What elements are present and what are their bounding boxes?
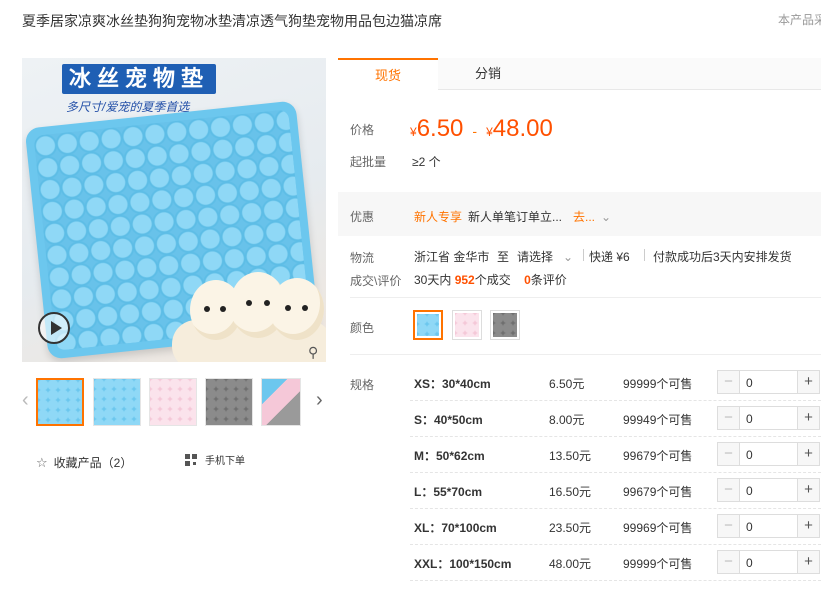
- sku-stock: 99679个可售: [623, 449, 693, 463]
- price-label: 价格: [350, 123, 375, 137]
- sku-stock: 99999个可售: [623, 377, 693, 391]
- star-icon: ☆: [36, 455, 48, 470]
- quantity-input[interactable]: 0: [746, 376, 753, 390]
- sku-label: 规格: [350, 378, 375, 392]
- sku-row: XS：30*40cm 6.50元 99999个可售 − 0 +: [410, 365, 821, 401]
- deals-label: 成交\评价: [350, 274, 402, 288]
- sku-stock: 99999个可售: [623, 557, 693, 571]
- price-high: 48.00: [492, 115, 553, 142]
- sku-row: M：50*62cm 13.50元 99679个可售 − 0 +: [410, 437, 821, 473]
- minus-button[interactable]: −: [718, 407, 740, 429]
- favorite-label: 收藏产品（2）: [53, 456, 133, 470]
- color-swatch-blue[interactable]: [413, 310, 443, 340]
- minus-button[interactable]: −: [718, 515, 740, 537]
- color-label: 颜色: [350, 321, 375, 335]
- thumbnail[interactable]: [205, 378, 253, 426]
- sku-name: XL：70*100cm: [414, 521, 497, 535]
- quantity-stepper: − 0 +: [717, 442, 820, 466]
- price-range: ¥6.50- ¥48.00: [410, 115, 553, 142]
- ship-origin: 浙江省 金华市: [414, 250, 490, 264]
- sku-name: M：50*62cm: [414, 449, 485, 463]
- image-banner: 冰丝宠物垫: [62, 64, 216, 94]
- sku-price: 16.50元: [549, 485, 592, 499]
- ship-dispatch: 付款成功后3天内安排发货: [653, 250, 792, 264]
- sku-price: 8.00元: [549, 413, 585, 427]
- plus-button[interactable]: +: [797, 443, 819, 465]
- thumbnail[interactable]: [261, 378, 301, 426]
- plus-button[interactable]: +: [797, 407, 819, 429]
- chevron-down-icon: ⌄: [563, 250, 574, 264]
- reviews-count[interactable]: 0: [524, 273, 531, 287]
- sku-name: S：40*50cm: [414, 413, 483, 427]
- promo-label: 优惠: [350, 210, 375, 224]
- thumbnail-strip: ‹ ›: [22, 376, 328, 428]
- quantity-input[interactable]: 0: [746, 412, 753, 426]
- sku-price: 23.50元: [549, 521, 592, 535]
- offer-tabs: 现货 分销: [338, 58, 821, 91]
- deals-count: 952: [454, 273, 475, 287]
- promo-more-link[interactable]: 去... ⌄: [573, 208, 611, 225]
- chevron-down-icon: ⌄: [601, 210, 612, 224]
- thumbnail[interactable]: [149, 378, 197, 426]
- plus-button[interactable]: +: [797, 479, 819, 501]
- sku-row: XL：70*100cm 23.50元 99969个可售 − 0 +: [410, 509, 821, 545]
- play-video-button[interactable]: [38, 312, 70, 344]
- quantity-stepper: − 0 +: [717, 550, 820, 574]
- tab-spot[interactable]: 现货: [338, 58, 438, 91]
- sku-price: 48.00元: [549, 557, 592, 571]
- shipping-label: 物流: [350, 251, 375, 265]
- sku-stock: 99949个可售: [623, 413, 693, 427]
- moq-value: ≥2 个: [412, 155, 441, 169]
- ship-destination-select[interactable]: 请选择 ⌄: [517, 248, 573, 265]
- quantity-input[interactable]: 0: [746, 448, 753, 462]
- promo-text: 新人单笔订单立...: [468, 210, 563, 224]
- color-swatch-grey[interactable]: [490, 310, 520, 340]
- sku-name: XXL：100*150cm: [414, 557, 512, 571]
- sku-stock: 99969个可售: [623, 521, 693, 535]
- color-swatch-pink[interactable]: [452, 310, 482, 340]
- chevron-right-icon[interactable]: ›: [316, 390, 323, 410]
- zoom-icon[interactable]: ⚲: [308, 344, 324, 360]
- minus-button[interactable]: −: [718, 371, 740, 393]
- sku-row: S：40*50cm 8.00元 99949个可售 − 0 +: [410, 401, 821, 437]
- mobile-order-label: 手机下单: [205, 456, 245, 467]
- plus-button[interactable]: +: [797, 551, 819, 573]
- favorite-button[interactable]: ☆ 收藏产品（2）: [36, 454, 132, 471]
- mobile-order-button[interactable]: 手机下单: [185, 452, 245, 467]
- plus-button[interactable]: +: [797, 371, 819, 393]
- thumbnail[interactable]: [36, 378, 84, 426]
- moq-label: 起批量: [350, 155, 387, 169]
- report-link[interactable]: 本产品采: [778, 11, 821, 28]
- minus-button[interactable]: −: [718, 443, 740, 465]
- quantity-stepper: − 0 +: [717, 478, 820, 502]
- tab-distribution[interactable]: 分销: [438, 58, 538, 90]
- quantity-input[interactable]: 0: [746, 484, 753, 498]
- product-title: 夏季居家凉爽冰丝垫狗狗宠物冰垫清凉透气狗垫宠物用品包边猫凉席: [22, 13, 442, 29]
- quantity-stepper: − 0 +: [717, 370, 820, 394]
- qr-code-icon: [185, 454, 197, 466]
- minus-button[interactable]: −: [718, 551, 740, 573]
- ship-express: 快递 ¥6: [589, 250, 630, 264]
- sku-name: XS：30*40cm: [414, 377, 491, 391]
- sku-stock: 99679个可售: [623, 485, 693, 499]
- sku-row: L：55*70cm 16.50元 99679个可售 − 0 +: [410, 473, 821, 509]
- sku-row: XXL：100*150cm 48.00元 99999个可售 − 0 +: [410, 545, 821, 581]
- sku-price: 6.50元: [549, 377, 585, 391]
- quantity-stepper: − 0 +: [717, 406, 820, 430]
- chevron-left-icon[interactable]: ‹: [22, 390, 29, 410]
- main-product-image[interactable]: 冰丝宠物垫 多尺寸/爱宠的夏季首选 ⚲: [22, 58, 326, 362]
- sku-price: 13.50元: [549, 449, 592, 463]
- ship-to: 至: [497, 250, 510, 264]
- plus-button[interactable]: +: [797, 515, 819, 537]
- puppy-illustration: [270, 278, 324, 340]
- quantity-input[interactable]: 0: [746, 520, 753, 534]
- minus-button[interactable]: −: [718, 479, 740, 501]
- quantity-stepper: − 0 +: [717, 514, 820, 538]
- quantity-input[interactable]: 0: [746, 556, 753, 570]
- thumbnail[interactable]: [93, 378, 141, 426]
- promo-tag: 新人专享: [414, 210, 463, 224]
- sku-name: L：55*70cm: [414, 485, 483, 499]
- deals-summary: 30天内 952个成交 0条评价: [414, 273, 567, 287]
- price-low: 6.50: [416, 115, 464, 142]
